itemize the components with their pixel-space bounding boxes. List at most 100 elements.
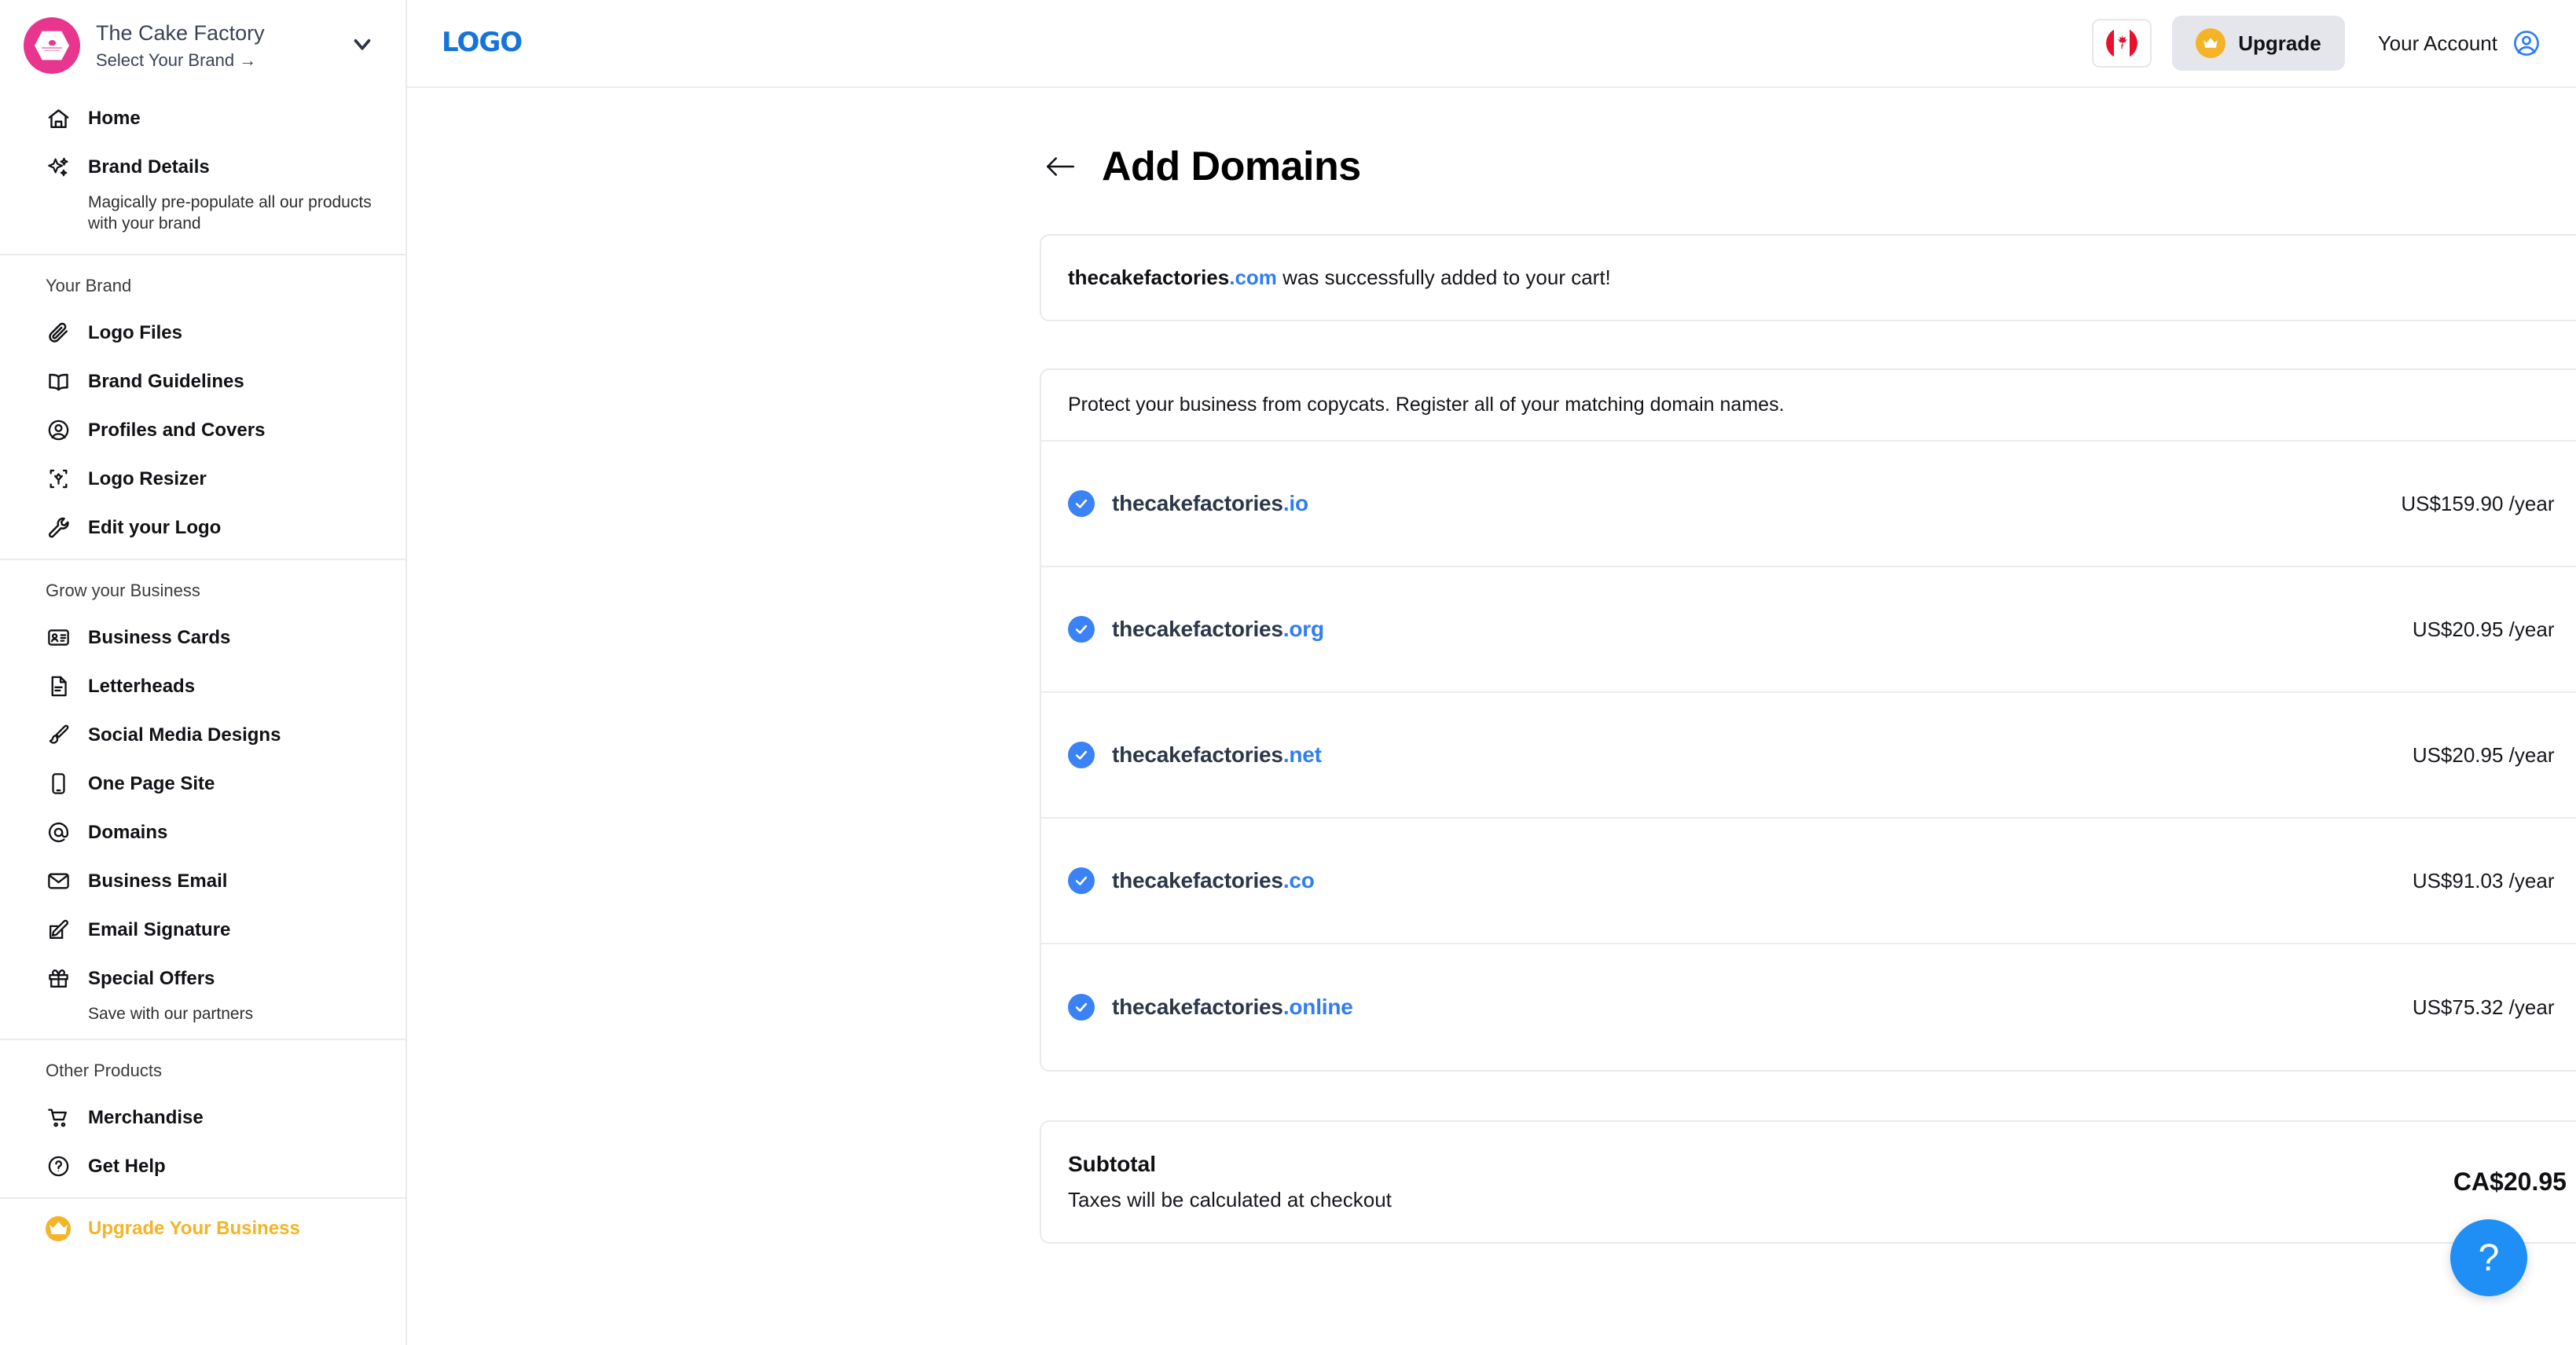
cart-success-banner: thecakefactories.com was successfully ad…: [1040, 234, 2576, 321]
account-menu[interactable]: Your Account: [2378, 28, 2541, 58]
domain-price: US$159.90 /year: [2401, 492, 2554, 516]
sidebar-item-label: Logo Resizer: [88, 470, 207, 489]
domain-info: thecakefactories.org: [1068, 616, 2413, 643]
sidebar-item-one-page-site[interactable]: One Page Site: [0, 760, 405, 808]
sidebar-item-label: Get Help: [88, 1157, 166, 1176]
sidebar-item-letterheads[interactable]: Letterheads: [0, 662, 405, 711]
sidebar-item-social-media-designs[interactable]: Social Media Designs: [0, 711, 405, 760]
account-label: Your Account: [2378, 31, 2497, 56]
sidebar-item-profiles-and-covers[interactable]: Profiles and Covers: [0, 406, 405, 455]
section-label-other-products: Other Products: [0, 1040, 405, 1094]
check-circle-icon[interactable]: [1068, 742, 1095, 768]
sidebar-item-label: Business Cards: [88, 629, 230, 647]
upgrade-button[interactable]: Upgrade: [2172, 16, 2344, 71]
logo-line-2: GO: [479, 32, 522, 54]
logo-line-1: LO: [442, 32, 479, 54]
domain-name: thecakefactories.io: [1112, 491, 1308, 516]
sidebar-item-label: Special Offers: [88, 969, 215, 988]
banner-message: was successfully added to your cart!: [1277, 266, 1611, 289]
back-arrow-icon[interactable]: [1044, 153, 1077, 180]
sidebar-item-label: Home: [88, 109, 141, 128]
phone-icon: [46, 771, 71, 797]
section-label-your-brand: Your Brand: [0, 255, 405, 309]
app-root: The Cake Factory Select Your Brand → Hom…: [0, 0, 2576, 1345]
sidebar-item-label: Brand Guidelines: [88, 372, 244, 391]
wrench-icon: [46, 515, 71, 541]
chevron-down-icon[interactable]: [349, 31, 382, 61]
upgrade-button-label: Upgrade: [2238, 31, 2321, 56]
sidebar-item-logo-resizer[interactable]: Logo Resizer: [0, 455, 405, 504]
sidebar-item-upgrade-your-business[interactable]: Upgrade Your Business: [0, 1199, 405, 1259]
logo[interactable]: LO GO: [442, 32, 522, 54]
table-row: thecakefactories.online US$75.32 /year A…: [1041, 944, 2576, 1070]
domain-name: thecakefactories.org: [1112, 617, 1324, 642]
domain-name: thecakefactories.net: [1112, 742, 1322, 768]
cards-container: thecakefactories.com was successfully ad…: [407, 234, 2576, 1244]
sidebar-item-email-signature[interactable]: Email Signature: [0, 906, 405, 955]
check-circle-icon[interactable]: [1068, 490, 1095, 517]
sidebar-item-label: Profiles and Covers: [88, 421, 265, 440]
brand-switcher[interactable]: The Cake Factory Select Your Brand →: [0, 0, 405, 94]
page-title: Add Domains: [1102, 143, 1361, 190]
domain-suggestions-card: Protect your business from copycats. Reg…: [1040, 368, 2576, 1072]
domain-list-heading: Protect your business from copycats. Reg…: [1041, 370, 2576, 442]
banner-domain-name: thecakefactories: [1068, 266, 1229, 289]
sidebar-item-merchandise[interactable]: Merchandise: [0, 1094, 405, 1142]
sidebar-item-logo-files[interactable]: Logo Files: [0, 309, 405, 357]
sidebar-item-brand-guidelines[interactable]: Brand Guidelines: [0, 357, 405, 406]
paperclip-icon: [46, 321, 71, 346]
canada-flag-icon: [2106, 27, 2137, 59]
main-area: LO GO: [407, 0, 2576, 1345]
banner-domain-tld: .com: [1229, 266, 1277, 289]
domain-price: US$91.03 /year: [2413, 869, 2555, 893]
sidebar-item-label: Email Signature: [88, 921, 230, 940]
sidebar-item-label: Edit your Logo: [88, 519, 221, 537]
user-avatar-icon: [2512, 28, 2541, 58]
subtotal-note: Taxes will be calculated at checkout: [1068, 1188, 2453, 1212]
sidebar-item-edit-your-logo[interactable]: Edit your Logo: [0, 504, 405, 552]
table-row: thecakefactories.net US$20.95 /year Add …: [1041, 693, 2576, 819]
sidebar-item-home[interactable]: Home: [0, 94, 405, 143]
domain-price: US$20.95 /year: [2413, 743, 2555, 768]
question-mark-icon: ?: [2479, 1237, 2500, 1280]
page-content: Add Domains thecakefactories.com was suc…: [407, 88, 2576, 1345]
sidebar-item-business-email[interactable]: Business Email: [0, 857, 405, 906]
subtotal-title: Subtotal: [1068, 1152, 2453, 1177]
special-offers-description: Save with our partners: [0, 1003, 405, 1032]
sidebar-item-brand-details[interactable]: Brand Details: [0, 143, 405, 192]
document-icon: [46, 674, 71, 699]
brand-badge-icon: [35, 30, 69, 61]
select-brand-link[interactable]: Select Your Brand →: [96, 50, 333, 71]
domain-info: thecakefactories.online: [1068, 994, 2413, 1021]
subtotal-info: Subtotal Taxes will be calculated at che…: [1068, 1152, 2453, 1212]
domain-info: thecakefactories.co: [1068, 867, 2413, 894]
country-selector-button[interactable]: [2092, 19, 2152, 68]
domain-info: thecakefactories.net: [1068, 742, 2413, 768]
domain-name: thecakefactories.co: [1112, 868, 1315, 893]
check-circle-icon[interactable]: [1068, 994, 1095, 1021]
sidebar-item-label: Merchandise: [88, 1109, 204, 1127]
domain-name: thecakefactories.online: [1112, 995, 1353, 1020]
check-circle-icon[interactable]: [1068, 616, 1095, 643]
shopping-cart-icon: [46, 1105, 71, 1131]
sidebar-item-domains[interactable]: Domains: [0, 808, 405, 857]
page-header: Add Domains: [407, 88, 2576, 190]
gift-icon: [46, 966, 71, 991]
book-icon: [46, 369, 71, 394]
subtotal-amount: CA$20.95: [2453, 1167, 2567, 1197]
sidebar-item-get-help[interactable]: Get Help: [0, 1142, 405, 1191]
check-circle-icon[interactable]: [1068, 867, 1095, 894]
sidebar-item-label: Letterheads: [88, 677, 195, 696]
sidebar-item-special-offers[interactable]: Special Offers: [0, 955, 405, 1003]
question-circle-icon: [46, 1154, 71, 1179]
pencil-square-icon: [46, 918, 71, 943]
table-row: thecakefactories.co US$91.03 /year Add t…: [1041, 819, 2576, 944]
sidebar-item-business-cards[interactable]: Business Cards: [0, 614, 405, 662]
sidebar-top-nav: Home Brand Details Magically pre-populat…: [0, 94, 405, 247]
crown-icon: [2196, 28, 2226, 58]
brand-name: The Cake Factory: [96, 20, 333, 46]
crown-icon: [46, 1216, 71, 1241]
subtotal-card: Subtotal Taxes will be calculated at che…: [1040, 1120, 2576, 1244]
topbar: LO GO: [407, 0, 2576, 88]
help-button[interactable]: ?: [2450, 1219, 2527, 1296]
